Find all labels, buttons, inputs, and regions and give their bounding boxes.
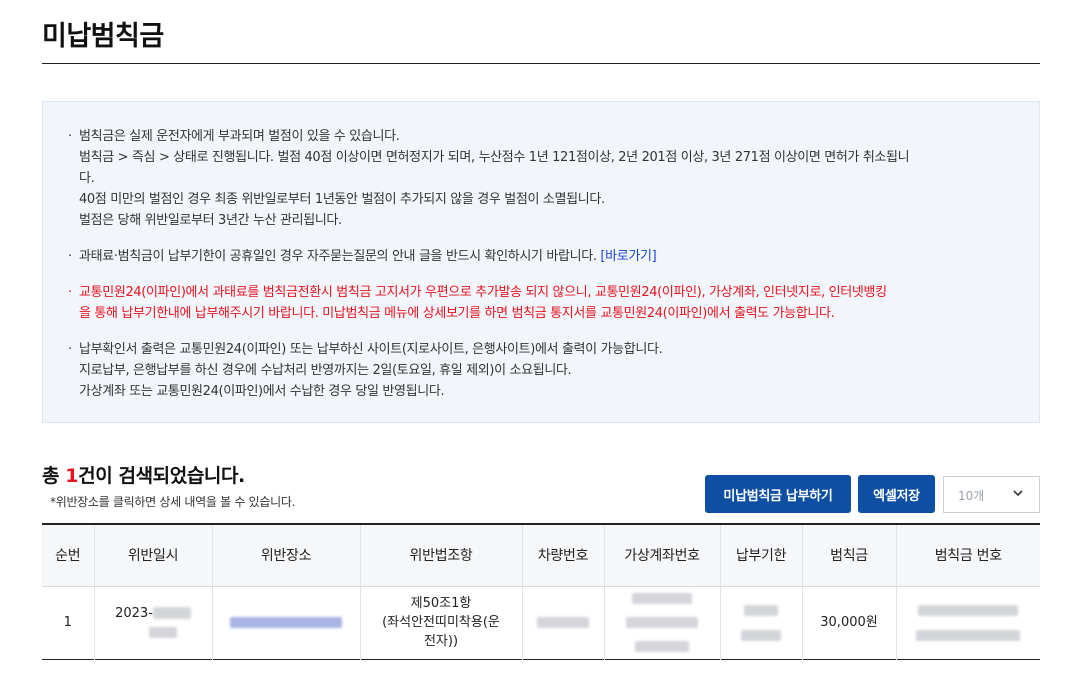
cell-amount: 30,000원 — [802, 586, 897, 659]
col-header-place: 위반장소 — [212, 524, 361, 587]
count-prefix: 총 — [42, 465, 66, 487]
law-line: (좌석안전띠미착용(운 — [382, 615, 500, 630]
unpaid-fines-page: 미납범칙금 · 범칙금은 실제 운전자에게 부과되며 벌점이 있을 수 있습니다… — [0, 0, 1076, 678]
count-number: 1 — [65, 465, 79, 487]
cell-law: 제50조1항 (좌석안전띠미착용(운 전자)) — [360, 586, 523, 659]
col-header-vehicle: 차량번호 — [522, 524, 605, 587]
chevron-down-icon — [1013, 490, 1023, 497]
col-header-law: 위반법조항 — [360, 524, 523, 587]
result-count: 총 1건이 검색되었습니다. — [42, 461, 245, 488]
table-header-row: 순번 위반일시 위반장소 위반법조항 차량번호 가상계좌번호 납부기한 범칙금 … — [42, 524, 1040, 587]
notice-line: 범칙금 > 즉심 > 상태로 진행됩니다. 벌점 40점 이상이면 면허정지가 … — [79, 150, 910, 165]
notice-item-conversion-warning: · 교통민원24(이파인)에서 과태료를 범칙금전환시 범칙금 고지서가 우편으… — [68, 282, 997, 324]
notice-line: 을 통해 납부기한내에 납부해주시기 바랍니다. 미납범칙금 메뉴에 상세보기를… — [79, 306, 835, 321]
notice-item-receipt: · 납부확인서 출력은 교통민원24(이파인) 또는 납부하신 사이트(지로사이… — [68, 339, 997, 402]
fines-table: 순번 위반일시 위반장소 위반법조항 차량번호 가상계좌번호 납부기한 범칙금 … — [42, 523, 1040, 660]
cell-date: 2023- — [94, 586, 213, 659]
title-divider — [42, 63, 1040, 64]
notice-line: 납부확인서 출력은 교통민원24(이파인) 또는 납부하신 사이트(지로사이트,… — [79, 342, 663, 357]
cell-fine-number — [896, 586, 1040, 659]
cell-seq: 1 — [42, 586, 95, 659]
excel-export-button[interactable]: 엑셀저장 — [858, 475, 935, 513]
redacted-account — [626, 617, 698, 628]
redacted-account — [635, 641, 689, 652]
date-prefix: 2023- — [115, 605, 153, 621]
notice-line: 범칙금은 실제 운전자에게 부과되며 벌점이 있을 수 있습니다. — [79, 129, 400, 144]
redacted-due — [744, 604, 778, 616]
notice-item-holiday: · 과태료·범칙금이 납부기한이 공휴일인 경우 자주묻는질문의 안내 글을 반… — [68, 246, 997, 267]
law-line: 제50조1항 — [410, 596, 472, 611]
redacted-fine-number — [918, 604, 1019, 616]
page-size-value: 10개 — [958, 489, 985, 503]
notice-line: 교통민원24(이파인)에서 과태료를 범칙금전환시 범칙금 고지서가 우편으로 … — [79, 285, 887, 300]
notice-item-penalty-points: · 범칙금은 실제 운전자에게 부과되며 벌점이 있을 수 있습니다. 범칙금 … — [68, 126, 997, 231]
notice-line: 가상계좌 또는 교통민원24(이파인)에서 수납한 경우 당일 반영됩니다. — [79, 384, 445, 399]
redacted-due — [741, 629, 781, 641]
bullet: · — [68, 342, 73, 357]
redacted-fine-number — [916, 629, 1021, 641]
redacted-place — [230, 617, 342, 628]
notice-line: 40점 미만의 벌점인 경우 최종 위반일로부터 1년동안 벌점이 추가되지 않… — [79, 192, 605, 207]
redacted-time — [149, 626, 177, 638]
notice-list: · 범칙금은 실제 운전자에게 부과되며 벌점이 있을 수 있습니다. 범칙금 … — [68, 126, 997, 417]
cell-account — [604, 586, 721, 659]
page-title: 미납범칙금 — [42, 21, 164, 52]
col-header-due: 납부기한 — [720, 524, 803, 587]
redacted-vehicle — [537, 617, 589, 628]
page-size-select[interactable]: 10개 — [943, 476, 1040, 513]
cell-due — [720, 586, 803, 659]
shortcut-link[interactable]: [바로가기] — [600, 249, 656, 264]
cell-vehicle — [522, 586, 605, 659]
notice-line: 과태료·범칙금이 납부기한이 공휴일인 경우 자주묻는질문의 안내 글을 반드시… — [77, 246, 997, 267]
notice-text: 과태료·범칙금이 납부기한이 공휴일인 경우 자주묻는질문의 안내 글을 반드시… — [79, 249, 597, 264]
notice-line: 다. — [79, 171, 95, 186]
bullet: · — [68, 285, 73, 300]
bullet: · — [68, 129, 73, 144]
notice-box: · 범칙금은 실제 운전자에게 부과되며 벌점이 있을 수 있습니다. 범칙금 … — [42, 101, 1040, 423]
pay-fines-button[interactable]: 미납범칙금 납부하기 — [705, 475, 851, 513]
col-header-date: 위반일시 — [94, 524, 213, 587]
col-header-amount: 범칙금 — [802, 524, 897, 587]
table-row: 1 2023- 제50조1항 (좌석안전띠미착용(운 전자)) 30,000원 — [42, 586, 1040, 659]
col-header-fine-number: 범칙금 번호 — [896, 524, 1040, 587]
col-header-seq: 순번 — [42, 524, 95, 587]
col-header-account: 가상계좌번호 — [604, 524, 721, 587]
violation-place-link[interactable] — [230, 613, 342, 632]
redacted-account — [632, 593, 692, 604]
notice-line: 벌점은 당해 위반일로부터 3년간 누산 관리됩니다. — [79, 213, 342, 228]
law-line: 전자)) — [423, 634, 459, 649]
result-hint: *위반장소를 클릭하면 상세 내역을 볼 수 있습니다. — [50, 495, 296, 509]
cell-place — [212, 586, 361, 659]
redacted-date — [152, 607, 191, 619]
count-suffix: 건이 검색되었습니다. — [78, 465, 245, 487]
notice-line: 지로납부, 은행납부를 하신 경우에 수납처리 반영까지는 2일(토요일, 휴일… — [79, 363, 572, 378]
bullet: · — [68, 249, 73, 264]
